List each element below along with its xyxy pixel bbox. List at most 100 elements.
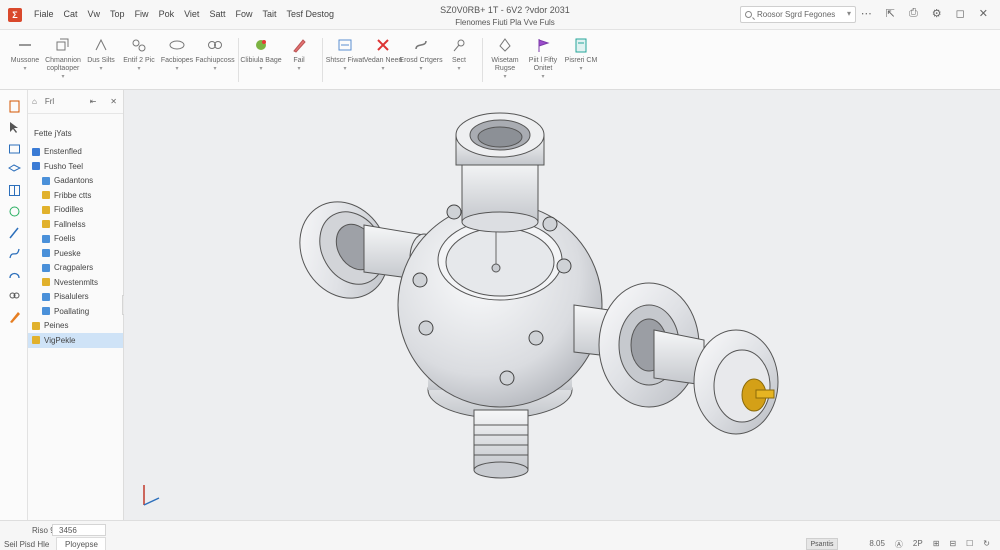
chevron-down-icon[interactable]: ▾ — [541, 73, 544, 80]
ribbon-button[interactable]: Clibiula Bage ▾ — [240, 34, 282, 86]
menu-item[interactable]: Fiale — [34, 9, 54, 19]
chevron-down-icon[interactable]: ▾ — [579, 65, 582, 72]
chevron-down-icon[interactable]: ▾ — [419, 65, 422, 72]
settings-icon[interactable]: ⚙ — [932, 7, 942, 20]
print-icon[interactable]: ⎙ — [909, 7, 918, 20]
menu-item[interactable]: Pok — [159, 9, 175, 19]
chevron-down-icon[interactable]: ▾ — [297, 65, 300, 72]
split-icon[interactable]: ⊟ — [949, 539, 956, 550]
menu-item[interactable]: Top — [110, 9, 125, 19]
chevron-down-icon[interactable]: ▾ — [381, 65, 384, 72]
tree-item[interactable]: Pueske — [28, 246, 123, 261]
feature-icon — [42, 263, 50, 272]
ribbon-button[interactable]: Fachiupcoss ▾ — [195, 34, 235, 86]
feature-icon — [42, 292, 50, 301]
valve-body[interactable] — [397, 202, 603, 419]
panel-tab-label[interactable]: Frl — [45, 97, 54, 106]
tool-button[interactable] — [0, 222, 28, 242]
tree-item[interactable]: Enstenfled — [28, 145, 123, 160]
tool-button[interactable] — [0, 159, 28, 179]
chevron-down-icon[interactable]: ▾ — [99, 65, 102, 72]
tree-item[interactable]: Fiodilles — [28, 203, 123, 218]
search-input[interactable]: Roosor Sgrd Fegones ▾ — [740, 6, 856, 23]
tool-button[interactable] — [0, 243, 28, 263]
chevron-down-icon[interactable]: ▾ — [343, 65, 346, 72]
tree-item[interactable]: Nvestenmlts — [28, 275, 123, 290]
menu-item[interactable]: Cat — [64, 9, 78, 19]
menu-item[interactable]: Tesf Destog — [286, 9, 334, 19]
ribbon-button[interactable]: Facbiopes ▾ — [158, 34, 196, 86]
expand-icon[interactable]: ⇱ — [886, 7, 895, 20]
chevron-down-icon[interactable]: ▾ — [175, 65, 178, 72]
tool-button[interactable] — [0, 201, 28, 221]
maximize-icon[interactable]: ◻ — [956, 7, 965, 20]
ribbon-button[interactable]: Piit l Fifty Onitet ▾ — [524, 34, 562, 86]
top-bonnet[interactable] — [455, 112, 545, 233]
more-icon[interactable]: ⋯ — [861, 7, 872, 20]
ribbon-button[interactable]: Fail ▾ — [280, 34, 318, 86]
tool-button[interactable] — [0, 264, 28, 284]
menu-item[interactable]: Tait — [262, 9, 276, 19]
chevron-down-icon[interactable]: ▾ — [457, 65, 460, 72]
tree-item[interactable]: Fallnelss — [28, 217, 123, 232]
tool-button[interactable] — [0, 285, 28, 305]
status-tab[interactable]: Ployepse — [56, 537, 106, 550]
tool-button[interactable] — [0, 117, 28, 137]
menu-item[interactable]: Viet — [184, 9, 199, 19]
tool-button[interactable] — [0, 138, 28, 158]
ribbon-button[interactable]: Pisreri CM ▾ — [562, 34, 600, 86]
3d-viewport[interactable] — [124, 90, 1000, 520]
tree-item[interactable]: Poallating — [28, 304, 123, 319]
menu-item[interactable]: Satt — [209, 9, 225, 19]
ribbon-button[interactable]: Chmannion copltaoper ▾ — [44, 34, 82, 86]
bottom-stem[interactable] — [473, 409, 529, 479]
panel-pin-icon[interactable]: ⇤ — [90, 97, 97, 106]
close-icon[interactable]: ✕ — [110, 97, 117, 106]
feature-icon — [32, 162, 40, 171]
chevron-down-icon[interactable]: ▾ — [137, 65, 140, 72]
chevron-down-icon[interactable]: ▾ — [213, 65, 216, 72]
view-mode-label[interactable]: 2P — [913, 539, 923, 550]
tree-item[interactable]: Cragpalers — [28, 261, 123, 276]
window-icon[interactable]: ☐ — [966, 539, 973, 550]
ribbon-button[interactable]: Wisetam Rugse ▾ — [486, 34, 524, 86]
feature-icon — [42, 176, 50, 185]
chevron-down-icon[interactable]: ▾ — [23, 65, 26, 72]
ribbon-button[interactable]: Shtscr Fiwat ▾ — [326, 34, 364, 86]
menu-item[interactable]: Fiw — [135, 9, 149, 19]
valve-model[interactable] — [124, 90, 1000, 520]
tree-item[interactable]: VigPekle — [28, 333, 123, 348]
tree-item[interactable]: Fribbe ctts — [28, 188, 123, 203]
grid-icon[interactable]: ⊞ — [933, 539, 940, 550]
ribbon-button[interactable]: Mussone ▾ — [6, 34, 44, 86]
panel-tab-icon[interactable]: ⌂ — [32, 97, 37, 106]
tree-item[interactable]: Fusho Teel — [28, 159, 123, 174]
tree-item[interactable]: Foelis — [28, 232, 123, 247]
ribbon-button[interactable]: Vedan Neen ▾ — [364, 34, 402, 86]
ribbon-button[interactable]: Sect ▾ — [440, 34, 478, 86]
ribbon-button[interactable]: Dus Silts ▾ — [82, 34, 120, 86]
tree-item[interactable]: Pisalulers — [28, 290, 123, 305]
chevron-down-icon[interactable]: ▾ — [503, 73, 506, 80]
tool-button[interactable] — [0, 180, 28, 200]
tool-button[interactable] — [0, 306, 28, 326]
chevron-down-icon[interactable]: ▾ — [259, 65, 262, 72]
right-flange[interactable] — [573, 282, 779, 435]
chevron-down-icon[interactable]: ▾ — [847, 9, 851, 18]
tool-button[interactable] — [0, 96, 28, 116]
menu-item[interactable]: Fow — [235, 9, 252, 19]
extrude-icon — [56, 38, 69, 51]
tree-item[interactable]: Gadantons — [28, 174, 123, 189]
status-badge[interactable]: Psantis — [806, 538, 838, 550]
ribbon-button[interactable]: Entif 2 Pic ▾ — [120, 34, 158, 86]
status-value-field[interactable]: 3456 — [52, 524, 106, 536]
close-window-icon[interactable]: ✕ — [979, 7, 988, 20]
app-logo-icon[interactable]: Σ — [8, 8, 22, 22]
refresh-icon[interactable]: ↻ — [983, 539, 990, 550]
tree-item[interactable]: Peines — [28, 319, 123, 334]
menu-item[interactable]: Vw — [88, 9, 101, 19]
chevron-down-icon[interactable]: ▾ — [61, 73, 64, 80]
annotation-icon[interactable]: Ⓐ — [895, 539, 903, 550]
tree-item-label: Nvestenmlts — [54, 277, 99, 287]
ribbon-button[interactable]: Erosd Crtgers ▾ — [399, 34, 443, 86]
